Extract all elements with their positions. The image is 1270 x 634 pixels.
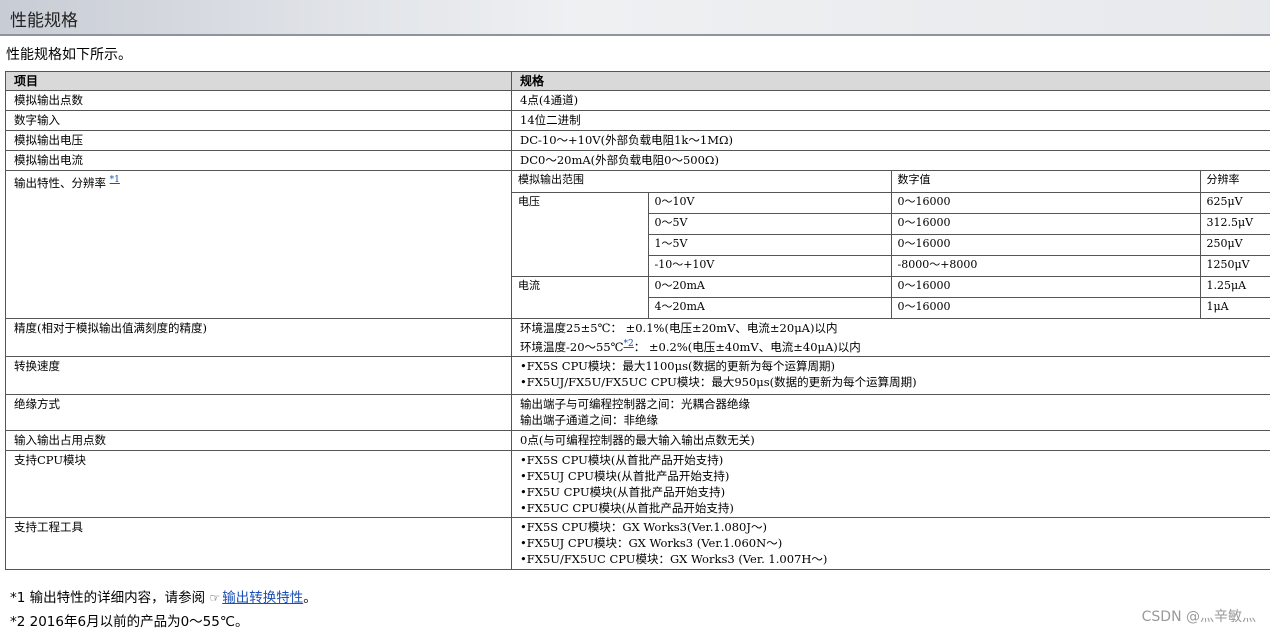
footnote-1-text: *1 输出特性的详细内容，请参阅 [10,590,206,606]
cpu-line: •FX5S CPU模块(从首批产品开始支持) [520,452,724,467]
pointing-hand-icon: ☞ [209,591,221,605]
characteristics-table: 模拟输出范围 数字值 分辨率 电压 0～10V 0～16000 625μV 0～… [512,171,1270,318]
footnote-1: *1 输出特性的详细内容，请参阅 ☞ 输出转换特性。 [10,586,317,610]
row-label: 输入输出占用点数 [5,429,512,451]
resolution-cell: 625μV [1199,191,1270,214]
speed-line-1: •FX5S CPU模块：最大1100μs(数据的更新为每个运算周期) [520,358,835,373]
range-cell: 0～20mA [647,275,892,298]
header-resolution: 分辨率 [1199,171,1270,193]
digital-cell: 0～16000 [890,296,1201,318]
isolation-line-1: 输出端子与可编程控制器之间：光耦合器绝缘 [520,396,750,411]
table-row: 精度(相对于模拟输出值满刻度的精度) 环境温度25±5℃： ±0.1%(电压±2… [5,318,1270,357]
inner-row: 电流 0～20mA 0～16000 1.25μA [512,275,1270,318]
range-cell: 0～10V [647,191,892,214]
characteristics-cell: 模拟输出范围 数字值 分辨率 电压 0～10V 0～16000 625μV 0～… [511,170,1270,319]
inner-row: 电压 0～10V 0～16000 625μV [512,191,1270,277]
table-header-row: 项目 规格 [5,71,1270,91]
cpu-line: •FX5UC CPU模块(从首批产品开始支持) [520,500,734,515]
output-conversion-link[interactable]: 输出转换特性 [222,590,303,606]
accuracy-line-2: 环境温度-20～55℃*2： ±0.2%(电压±40mV、电流±40μA)以内 [520,336,1270,355]
resolution-cell: 1250μV [1199,254,1270,277]
range-cell: 0～5V [647,212,892,235]
footnotes: *1 输出特性的详细内容，请参阅 ☞ 输出转换特性。 *2 2016年6月以前的产… [10,586,317,634]
characteristics-label: 输出特性、分辨率 [14,175,106,190]
row-label: 精度(相对于模拟输出值满刻度的精度) [5,318,512,357]
footnote-2: *2 2016年6月以前的产品为0～55℃。 [10,614,249,630]
voltage-label: 电压 [512,191,649,277]
header-digital: 数字值 [890,171,1201,193]
table-row: 输入输出占用点数 0点(与可编程控制器的最大输入输出点数无关) [5,429,1270,451]
header-item: 项目 [5,71,512,91]
resolution-cell: 312.5μV [1199,212,1270,235]
row-label: 绝缘方式 [5,393,512,431]
tool-line: •FX5UJ CPU模块：GX Works3 (Ver.1.060N～) [520,535,783,550]
accuracy-line-2-post: ： ±0.2%(电压±40mV、电流±40μA)以内 [633,339,861,354]
page-title: 性能规格 [10,11,78,31]
row-label: 转换速度 [5,355,512,395]
cpu-line: •FX5UJ CPU模块(从首批产品开始支持) [520,468,730,483]
range-cell: -10～+10V [647,254,892,277]
row-label: 支持工程工具 [5,516,512,570]
header-range: 模拟输出范围 [512,171,892,193]
row-label: 模拟输出电压 [5,130,512,151]
row-value: 0点(与可编程控制器的最大输入输出点数无关) [511,429,1270,451]
inner-header-row: 模拟输出范围 数字值 分辨率 [512,171,1270,193]
row-value: DC0～20mA(外部负载电阻0～500Ω) [511,150,1270,171]
page-header: 性能规格 [0,0,1270,36]
table-row: 输出特性、分辨率 *1 模拟输出范围 数字值 分辨率 电压 0～10V 0～16… [5,170,1270,319]
resolution-cell: 1.25μA [1199,275,1270,298]
table-row: 模拟输出点数 4点(4通道) [5,90,1270,111]
digital-cell: 0～16000 [890,212,1201,235]
accuracy-line-1: 环境温度25±5℃： ±0.1%(电压±20mV、电流±20μA)以内 [520,321,838,335]
tool-line: •FX5S CPU模块：GX Works3(Ver.1.080J～) [520,519,767,534]
row-value: •FX5S CPU模块：最大1100μs(数据的更新为每个运算周期) •FX5U… [511,355,1270,395]
table-row: 支持CPU模块 •FX5S CPU模块(从首批产品开始支持) •FX5UJ CP… [5,449,1270,518]
footnote-ref-2-link[interactable]: *2 [624,339,634,349]
row-value: •FX5S CPU模块(从首批产品开始支持) •FX5UJ CPU模块(从首批产… [511,449,1270,518]
digital-cell: 0～16000 [890,191,1201,214]
resolution-cell: 250μV [1199,233,1270,256]
table-row: 模拟输出电压 DC-10～+10V(外部负载电阻1k～1MΩ) [5,130,1270,151]
footnote-1-end: 。 [303,590,317,606]
row-value: 14位二进制 [511,110,1270,131]
row-value: 4点(4通道) [511,90,1270,111]
intro-text: 性能规格如下所示。 [6,47,132,63]
footnote-ref-1-link[interactable]: *1 [110,175,120,185]
header-spec: 规格 [511,71,1270,91]
cpu-line: •FX5U CPU模块(从首批产品开始支持) [520,484,726,499]
digital-cell: 0～16000 [890,233,1201,256]
isolation-line-2: 输出端子通道之间：非绝缘 [520,412,658,427]
speed-line-2: •FX5UJ/FX5U/FX5UC CPU模块：最大950μs(数据的更新为每个… [520,374,917,389]
current-label: 电流 [512,275,649,318]
row-value: DC-10～+10V(外部负载电阻1k～1MΩ) [511,130,1270,151]
row-label: 输出特性、分辨率 *1 [5,170,512,319]
tool-line: •FX5U/FX5UC CPU模块：GX Works3 (Ver. 1.007H… [520,551,828,566]
table-row: 模拟输出电流 DC0～20mA(外部负载电阻0～500Ω) [5,150,1270,171]
table-row: 支持工程工具 •FX5S CPU模块：GX Works3(Ver.1.080J～… [5,516,1270,570]
row-value: 环境温度25±5℃： ±0.1%(电压±20mV、电流±20μA)以内 环境温度… [511,318,1270,357]
spec-table: 项目 规格 模拟输出点数 4点(4通道) 数字输入 14位二进制 模拟输出电压 … [5,71,1270,570]
digital-cell: 0～16000 [890,275,1201,298]
row-label: 模拟输出点数 [5,90,512,111]
table-row: 转换速度 •FX5S CPU模块：最大1100μs(数据的更新为每个运算周期) … [5,355,1270,395]
row-label: 支持CPU模块 [5,449,512,518]
accuracy-line-2-pre: 环境温度-20～55℃ [520,339,624,354]
range-cell: 1～5V [647,233,892,256]
row-label: 数字输入 [5,110,512,131]
digital-cell: -8000～+8000 [890,254,1201,277]
resolution-cell: 1μA [1199,296,1270,318]
row-value: •FX5S CPU模块：GX Works3(Ver.1.080J～) •FX5U… [511,516,1270,570]
table-row: 数字输入 14位二进制 [5,110,1270,131]
row-label: 模拟输出电流 [5,150,512,171]
range-cell: 4～20mA [647,296,892,318]
table-row: 绝缘方式 输出端子与可编程控制器之间：光耦合器绝缘 输出端子通道之间：非绝缘 [5,393,1270,431]
watermark: CSDN @灬辛敏灬 [1141,609,1256,625]
row-value: 输出端子与可编程控制器之间：光耦合器绝缘 输出端子通道之间：非绝缘 [511,393,1270,431]
